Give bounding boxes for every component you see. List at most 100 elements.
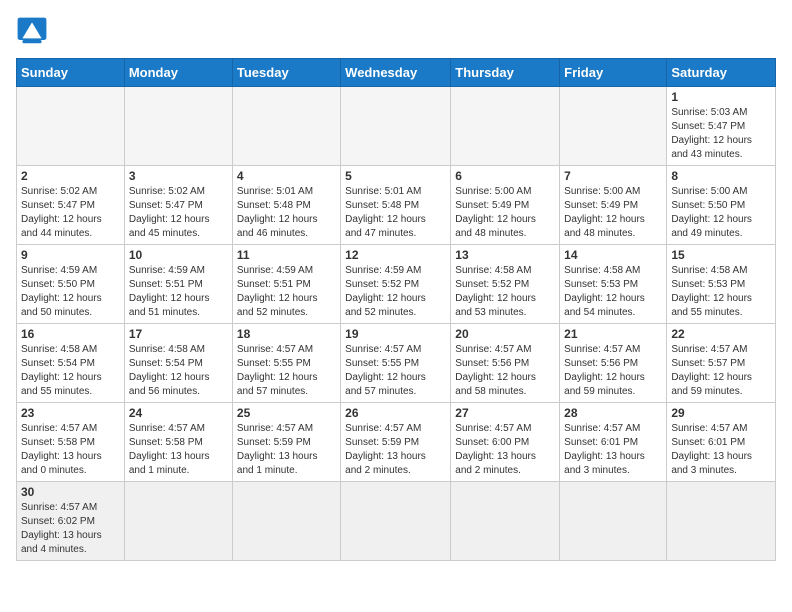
calendar-cell: 14 Sunrise: 4:58 AM Sunset: 5:53 PM Dayli…: [560, 245, 667, 324]
calendar-cell: [560, 482, 667, 561]
calendar-week-1: 2 Sunrise: 5:02 AM Sunset: 5:47 PM Daylig…: [17, 166, 776, 245]
day-number: 7: [564, 169, 662, 183]
day-number: 26: [345, 406, 446, 420]
calendar-cell: 26 Sunrise: 4:57 AM Sunset: 5:59 PM Dayli…: [341, 403, 451, 482]
calendar-body: 1 Sunrise: 5:03 AM Sunset: 5:47 PM Daylig…: [17, 87, 776, 561]
calendar-cell: 27Sunrise: 4:57 AM Sunset: 6:00 PM Dayli…: [451, 403, 560, 482]
day-number: 15: [671, 248, 771, 262]
calendar-cell: 22Sunrise: 4:57 AM Sunset: 5:57 PM Dayli…: [667, 324, 776, 403]
day-info: Sunrise: 4:58 AM Sunset: 5:54 PM Dayligh…: [129, 343, 228, 399]
calendar-week-3: 16Sunrise: 4:58 AM Sunset: 5:54 PM Dayli…: [17, 324, 776, 403]
day-info: Sunrise: 4:59 AM Sunset: 5:51 PM Dayligh…: [237, 264, 336, 320]
day-number: 1: [671, 90, 771, 104]
day-info: Sunrise: 4:57 AM Sunset: 6:01 PM Dayligh…: [564, 422, 662, 478]
calendar-cell: 28 Sunrise: 4:57 AM Sunset: 6:01 PM Dayli…: [560, 403, 667, 482]
day-number: 12: [345, 248, 446, 262]
calendar-cell: 20 Sunrise: 4:57 AM Sunset: 5:56 PM Dayli…: [451, 324, 560, 403]
day-number: 13: [455, 248, 555, 262]
day-number: 19: [345, 327, 446, 341]
day-info: Sunrise: 4:57 AM Sunset: 5:58 PM Dayligh…: [21, 422, 120, 478]
day-info: Sunrise: 4:58 AM Sunset: 5:53 PM Dayligh…: [671, 264, 771, 320]
calendar-cell: 6 Sunrise: 5:00 AM Sunset: 5:49 PM Daylig…: [451, 166, 560, 245]
day-number: 11: [237, 248, 336, 262]
day-number: 9: [21, 248, 120, 262]
day-info: Sunrise: 4:57 AM Sunset: 5:59 PM Dayligh…: [345, 422, 446, 478]
calendar-cell: 13Sunrise: 4:58 AM Sunset: 5:52 PM Dayli…: [451, 245, 560, 324]
day-number: 18: [237, 327, 336, 341]
calendar-cell: 15 Sunrise: 4:58 AM Sunset: 5:53 PM Dayli…: [667, 245, 776, 324]
day-number: 30: [21, 485, 120, 499]
day-info: Sunrise: 4:57 AM Sunset: 5:55 PM Dayligh…: [237, 343, 336, 399]
weekday-header-tuesday: Tuesday: [232, 59, 340, 87]
day-number: 20: [455, 327, 555, 341]
day-info: Sunrise: 5:03 AM Sunset: 5:47 PM Dayligh…: [671, 106, 771, 162]
weekday-header-monday: Monday: [124, 59, 232, 87]
day-number: 8: [671, 169, 771, 183]
day-info: Sunrise: 4:57 AM Sunset: 5:55 PM Dayligh…: [345, 343, 446, 399]
day-number: 6: [455, 169, 555, 183]
day-number: 21: [564, 327, 662, 341]
calendar-cell: 2 Sunrise: 5:02 AM Sunset: 5:47 PM Daylig…: [17, 166, 125, 245]
day-info: Sunrise: 4:57 AM Sunset: 5:59 PM Dayligh…: [237, 422, 336, 478]
day-info: Sunrise: 4:58 AM Sunset: 5:53 PM Dayligh…: [564, 264, 662, 320]
day-number: 25: [237, 406, 336, 420]
calendar-cell: [451, 87, 560, 166]
day-info: Sunrise: 4:57 AM Sunset: 6:02 PM Dayligh…: [21, 501, 120, 557]
calendar-cell: 21Sunrise: 4:57 AM Sunset: 5:56 PM Dayli…: [560, 324, 667, 403]
day-info: Sunrise: 4:57 AM Sunset: 5:57 PM Dayligh…: [671, 343, 771, 399]
calendar-cell: [232, 87, 340, 166]
day-info: Sunrise: 4:59 AM Sunset: 5:50 PM Dayligh…: [21, 264, 120, 320]
day-info: Sunrise: 4:57 AM Sunset: 5:56 PM Dayligh…: [455, 343, 555, 399]
calendar-cell: 5Sunrise: 5:01 AM Sunset: 5:48 PM Daylig…: [341, 166, 451, 245]
day-number: 3: [129, 169, 228, 183]
day-number: 5: [345, 169, 446, 183]
day-number: 24: [129, 406, 228, 420]
calendar-cell: 29Sunrise: 4:57 AM Sunset: 6:01 PM Dayli…: [667, 403, 776, 482]
calendar-header: SundayMondayTuesdayWednesdayThursdayFrid…: [17, 59, 776, 87]
calendar-cell: [124, 482, 232, 561]
calendar-cell: 23Sunrise: 4:57 AM Sunset: 5:58 PM Dayli…: [17, 403, 125, 482]
calendar-week-4: 23Sunrise: 4:57 AM Sunset: 5:58 PM Dayli…: [17, 403, 776, 482]
day-info: Sunrise: 4:59 AM Sunset: 5:52 PM Dayligh…: [345, 264, 446, 320]
calendar-cell: 4 Sunrise: 5:01 AM Sunset: 5:48 PM Daylig…: [232, 166, 340, 245]
calendar-week-5: 30 Sunrise: 4:57 AM Sunset: 6:02 PM Dayli…: [17, 482, 776, 561]
calendar-cell: [17, 87, 125, 166]
day-info: Sunrise: 4:59 AM Sunset: 5:51 PM Dayligh…: [129, 264, 228, 320]
day-info: Sunrise: 5:02 AM Sunset: 5:47 PM Dayligh…: [129, 185, 228, 241]
calendar-cell: [232, 482, 340, 561]
calendar-cell: 11 Sunrise: 4:59 AM Sunset: 5:51 PM Dayli…: [232, 245, 340, 324]
logo-icon: [16, 16, 48, 48]
day-info: Sunrise: 5:00 AM Sunset: 5:50 PM Dayligh…: [671, 185, 771, 241]
calendar-cell: [124, 87, 232, 166]
calendar-cell: 9 Sunrise: 4:59 AM Sunset: 5:50 PM Daylig…: [17, 245, 125, 324]
calendar-cell: 30 Sunrise: 4:57 AM Sunset: 6:02 PM Dayli…: [17, 482, 125, 561]
calendar-cell: [341, 87, 451, 166]
weekday-header-thursday: Thursday: [451, 59, 560, 87]
day-info: Sunrise: 4:58 AM Sunset: 5:54 PM Dayligh…: [21, 343, 120, 399]
weekday-header-wednesday: Wednesday: [341, 59, 451, 87]
day-number: 2: [21, 169, 120, 183]
day-number: 14: [564, 248, 662, 262]
day-info: Sunrise: 5:00 AM Sunset: 5:49 PM Dayligh…: [455, 185, 555, 241]
day-info: Sunrise: 4:57 AM Sunset: 5:58 PM Dayligh…: [129, 422, 228, 478]
calendar-cell: [667, 482, 776, 561]
calendar-cell: 24 Sunrise: 4:57 AM Sunset: 5:58 PM Dayli…: [124, 403, 232, 482]
calendar-table: SundayMondayTuesdayWednesdayThursdayFrid…: [16, 58, 776, 561]
calendar-cell: 17Sunrise: 4:58 AM Sunset: 5:54 PM Dayli…: [124, 324, 232, 403]
day-number: 27: [455, 406, 555, 420]
day-number: 29: [671, 406, 771, 420]
weekday-header-friday: Friday: [560, 59, 667, 87]
calendar-cell: 19 Sunrise: 4:57 AM Sunset: 5:55 PM Dayli…: [341, 324, 451, 403]
calendar-cell: 10Sunrise: 4:59 AM Sunset: 5:51 PM Dayli…: [124, 245, 232, 324]
calendar-cell: 12 Sunrise: 4:59 AM Sunset: 5:52 PM Dayli…: [341, 245, 451, 324]
logo: [16, 16, 52, 48]
day-number: 4: [237, 169, 336, 183]
calendar-cell: [560, 87, 667, 166]
day-info: Sunrise: 5:02 AM Sunset: 5:47 PM Dayligh…: [21, 185, 120, 241]
weekday-header-sunday: Sunday: [17, 59, 125, 87]
page-header: [16, 16, 776, 48]
calendar-cell: 25 Sunrise: 4:57 AM Sunset: 5:59 PM Dayli…: [232, 403, 340, 482]
weekday-header-saturday: Saturday: [667, 59, 776, 87]
day-info: Sunrise: 5:01 AM Sunset: 5:48 PM Dayligh…: [237, 185, 336, 241]
day-number: 28: [564, 406, 662, 420]
